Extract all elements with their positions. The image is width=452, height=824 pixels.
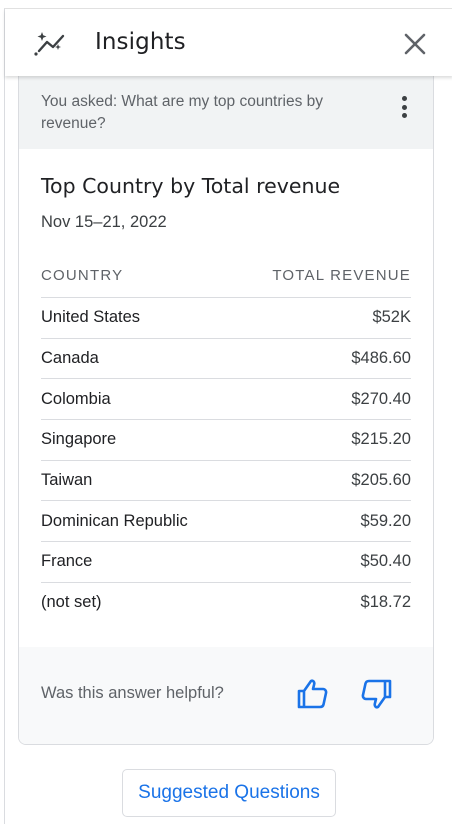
- insights-sparkle-icon: [34, 32, 65, 56]
- column-header-country: COUNTRY: [41, 267, 124, 284]
- revenue-table: COUNTRY TOTAL REVENUE United States $52K…: [41, 256, 411, 623]
- panel-header: Insights: [5, 9, 452, 76]
- answer-card: You asked: What are my top countries by …: [18, 76, 434, 745]
- table-row: Dominican Republic $59.20: [41, 501, 411, 543]
- table-header: COUNTRY TOTAL REVENUE: [41, 256, 411, 298]
- table-row: (not set) $18.72: [41, 583, 411, 623]
- revenue-cell: $205.60: [351, 471, 411, 490]
- close-icon[interactable]: [402, 31, 428, 57]
- insights-panel: Insights You asked: What are my top coun…: [4, 8, 452, 824]
- revenue-cell: $52K: [372, 308, 411, 327]
- feedback-prompt: Was this answer helpful?: [41, 684, 224, 702]
- thumb-down-icon[interactable]: [360, 677, 394, 711]
- thumb-up-icon[interactable]: [295, 677, 329, 711]
- feedback-bar: Was this answer helpful?: [19, 647, 433, 744]
- country-cell: Singapore: [41, 430, 117, 449]
- revenue-cell: $18.72: [360, 593, 411, 612]
- panel-title: Insights: [95, 29, 186, 55]
- table-row: Canada $486.60: [41, 339, 411, 380]
- suggested-questions-button[interactable]: Suggested Questions: [122, 769, 336, 817]
- revenue-cell: $50.40: [360, 552, 411, 571]
- table-row: France $50.40: [41, 542, 411, 583]
- table-row: Singapore $215.20: [41, 420, 411, 461]
- table-row: Taiwan $205.60: [41, 461, 411, 502]
- country-cell: United States: [41, 308, 141, 327]
- country-cell: (not set): [41, 593, 102, 612]
- panel-content[interactable]: You asked: What are my top countries by …: [5, 76, 452, 824]
- country-cell: Dominican Republic: [41, 511, 188, 530]
- column-header-revenue: TOTAL REVENUE: [272, 267, 411, 284]
- revenue-cell: $59.20: [360, 511, 411, 530]
- question-text: You asked: What are my top countries by …: [41, 93, 324, 132]
- revenue-cell: $486.60: [351, 349, 411, 368]
- card-title: Top Country by Total revenue: [41, 174, 341, 198]
- revenue-cell: $215.20: [351, 430, 411, 449]
- date-range: Nov 15–21, 2022: [41, 213, 167, 231]
- table-row: Colombia $270.40: [41, 379, 411, 421]
- country-cell: France: [41, 552, 93, 571]
- more-vert-icon[interactable]: [398, 96, 410, 124]
- question-banner: You asked: What are my top countries by …: [19, 76, 433, 149]
- country-cell: Canada: [41, 349, 99, 368]
- country-cell: Taiwan: [41, 471, 93, 490]
- table-row: United States $52K: [41, 298, 411, 339]
- revenue-cell: $270.40: [351, 389, 411, 408]
- country-cell: Colombia: [41, 389, 111, 408]
